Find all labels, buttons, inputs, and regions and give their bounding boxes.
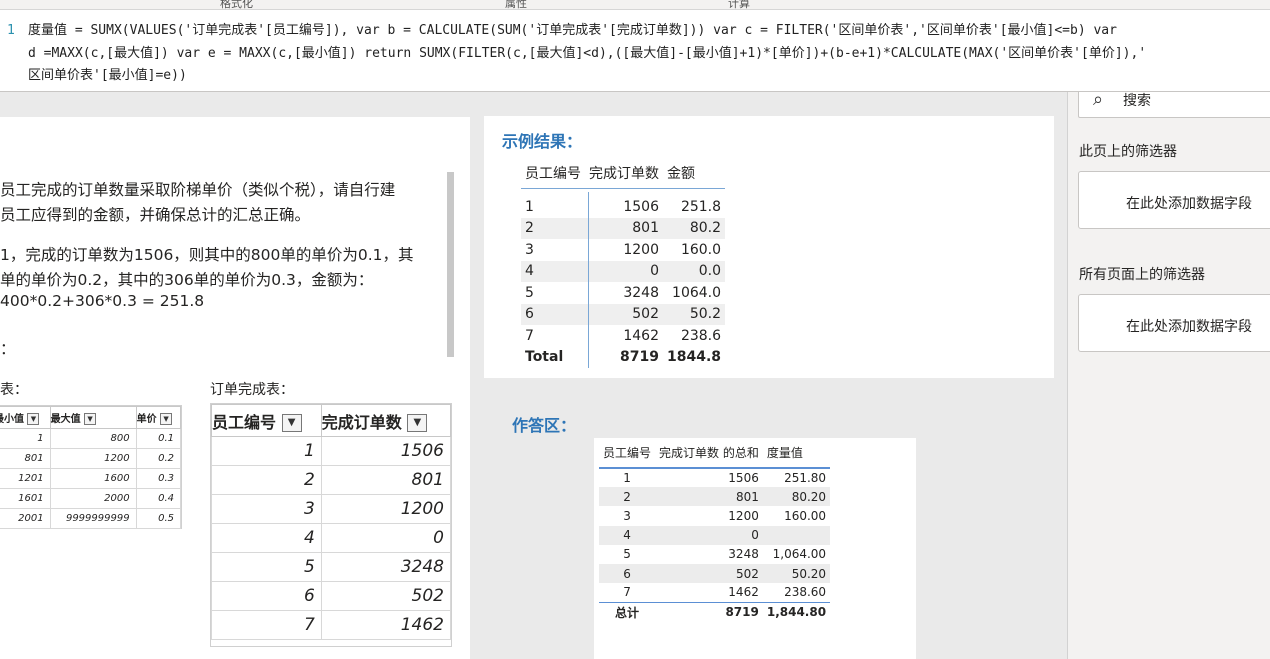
line-number: 1 [7,23,15,38]
search-icon: ⌕ [1093,89,1104,110]
answer-header-measure[interactable]: 度量值 [762,438,831,469]
table-row: 1 1506 251.80 [623,471,827,486]
example-header-employee[interactable]: 员工编号 [521,158,585,189]
table-row: 1 1506 [211,436,452,466]
table-row: 801 1200 0.2 [0,448,182,469]
table-row [521,188,725,196]
order-header-count: 完成订单数 ▼ [320,404,452,437]
answer-header-employee[interactable]: 员工编号 [599,438,656,469]
total-row: 总计 8719 1,844.80 [599,601,831,622]
description-line-3: 1，完成的订单数为1506，则其中的800单的单价为0.1，其 [0,246,414,264]
table-row: 40 [599,525,831,545]
tab-calculate[interactable]: 计算 [728,0,750,9]
example-table[interactable]: 员工编号 完成订单数 金额 1 1506 251.8 2 801 80.2 3 1200 1… [521,158,726,368]
table-row: 7 1462 [211,610,452,640]
order-table-label: 订单完成表： [210,382,294,398]
chevron-down-icon[interactable]: ▼ [160,413,173,425]
formula-line-3[interactable]: 区间单价表'[最小值]=e)) [28,65,187,88]
formula-line-1[interactable]: 度量值 = SUMX(VALUES('订单完成表'[员工编号]), var b … [28,20,1117,43]
description-line-4: 单的单价为0.2，其中的306单的单价为0.3，金额为： [0,271,374,289]
table-row: 2 801 80.2 [521,217,726,239]
table-row: 3 1200 160.0 [525,241,722,258]
example-heading: 示例结果： [502,132,583,151]
answer-header-count-sum[interactable]: 完成订单数 的总和 [655,438,763,469]
table-row: 2 801 80.20 [599,487,831,507]
table-row: 4 0 0.0 [521,260,726,282]
table-row: 1201 1600 0.3 [0,468,182,489]
price-header-min: 最小值 ▼ [0,406,51,429]
table-row: 1 1506 251.8 [525,198,722,215]
description-line-5: 400*0.2+306*0.3 = 251.8 [0,292,205,310]
formula-editor[interactable]: 1 度量值 = SUMX(VALUES('订单完成表'[员工编号]), var … [0,10,1270,92]
this-page-filters-label: 此页上的筛选器 [1079,144,1177,160]
chevron-down-icon[interactable]: ▼ [407,414,428,432]
table-row: 2 801 [211,465,452,495]
description-line-2: 员工应得到的金额，并确保总计的汇总正确。 [0,206,311,224]
top-tab-strip: 格式化 属性 计算 [0,0,1270,10]
table-row: 5 3248 [211,552,452,582]
description-card: 员工完成的订单数量采取阶梯单价（类似个税），请自行建 员工应得到的金额，并确保总… [0,117,470,659]
table-row: 1601 2000 0.4 [0,488,182,509]
formula-line-2[interactable]: d =MAXX(c,[最大值]) var e = MAXX(c,[最小值]) r… [28,43,1146,66]
table-row: 2001 9999999999 0.5 [0,508,182,529]
chevron-down-icon[interactable]: ▼ [84,413,97,425]
all-pages-filters-label: 所有页面上的筛选器 [1079,267,1205,283]
chevron-down-icon[interactable]: ▼ [27,413,40,425]
table-row: 6 502 [211,581,452,611]
report-canvas: 员工完成的订单数量采取阶梯单价（类似个税），请自行建 员工应得到的金额，并确保总… [0,92,1067,659]
filters-pane: ⌕ 搜索 此页上的筛选器 在此处添加数据字段 所有页面上的筛选器 在此处添加数据… [1067,86,1270,659]
table-row: 6 502 50.20 [599,563,831,584]
example-header-amount[interactable]: 金额 [663,158,726,189]
price-header-price: 单价 ▼ [135,406,182,429]
table-row: 3 1200 [211,494,452,524]
table-row: 40 [211,523,452,553]
table-row: 7 1462 238.6 [525,327,722,344]
order-table-image: 员工编号 ▼ 完成订单数 ▼ 1 1506 2 801 3 1200 40 5 3248… [210,403,452,647]
price-header-max: 最大值 ▼ [49,406,137,429]
table-row: 5 3248 1064.0 [525,284,722,301]
this-page-drop-zone[interactable]: 在此处添加数据字段 [1078,171,1270,229]
table-row: 6 502 50.2 [521,303,726,325]
answer-table-visual[interactable]: 员工编号 完成订单数 的总和 度量值 1 1506 251.80 2 801 80.20… [594,438,916,659]
all-pages-drop-zone[interactable]: 在此处添加数据字段 [1078,294,1270,352]
order-header-employee: 员工编号 ▼ [211,404,322,437]
description-scrollbar[interactable] [447,172,454,357]
description-line-6: ： [0,340,16,358]
table-row: 5 3248 1,064.00 [623,547,827,562]
tab-properties[interactable]: 属性 [505,0,527,9]
answer-heading: 作答区： [512,416,577,435]
total-row: Total 8719 1844.8 [525,349,722,366]
table-row: 3 1200 160.00 [623,508,827,523]
example-column-divider [588,192,589,368]
chevron-down-icon[interactable]: ▼ [281,414,302,432]
price-table-image: 最小值 ▼ 最大值 ▼ 单价 ▼ 18000.1 80112000.2 1201… [0,405,182,529]
table-row: 1 800 0.1 [0,428,182,449]
table-row: 7 1462 238.60 [623,585,827,600]
example-result-card[interactable]: 示例结果： 员工编号 完成订单数 金额 1 1506 251.8 2 801 80.2 … [484,116,1054,378]
description-line-1: 员工完成的订单数量采取阶梯单价（类似个税），请自行建 [0,181,396,199]
search-input[interactable]: 搜索 [1123,90,1151,110]
tab-format[interactable]: 格式化 [220,0,253,9]
price-table-label: 表： [0,382,28,398]
example-header-count[interactable]: 完成订单数 [585,158,663,189]
